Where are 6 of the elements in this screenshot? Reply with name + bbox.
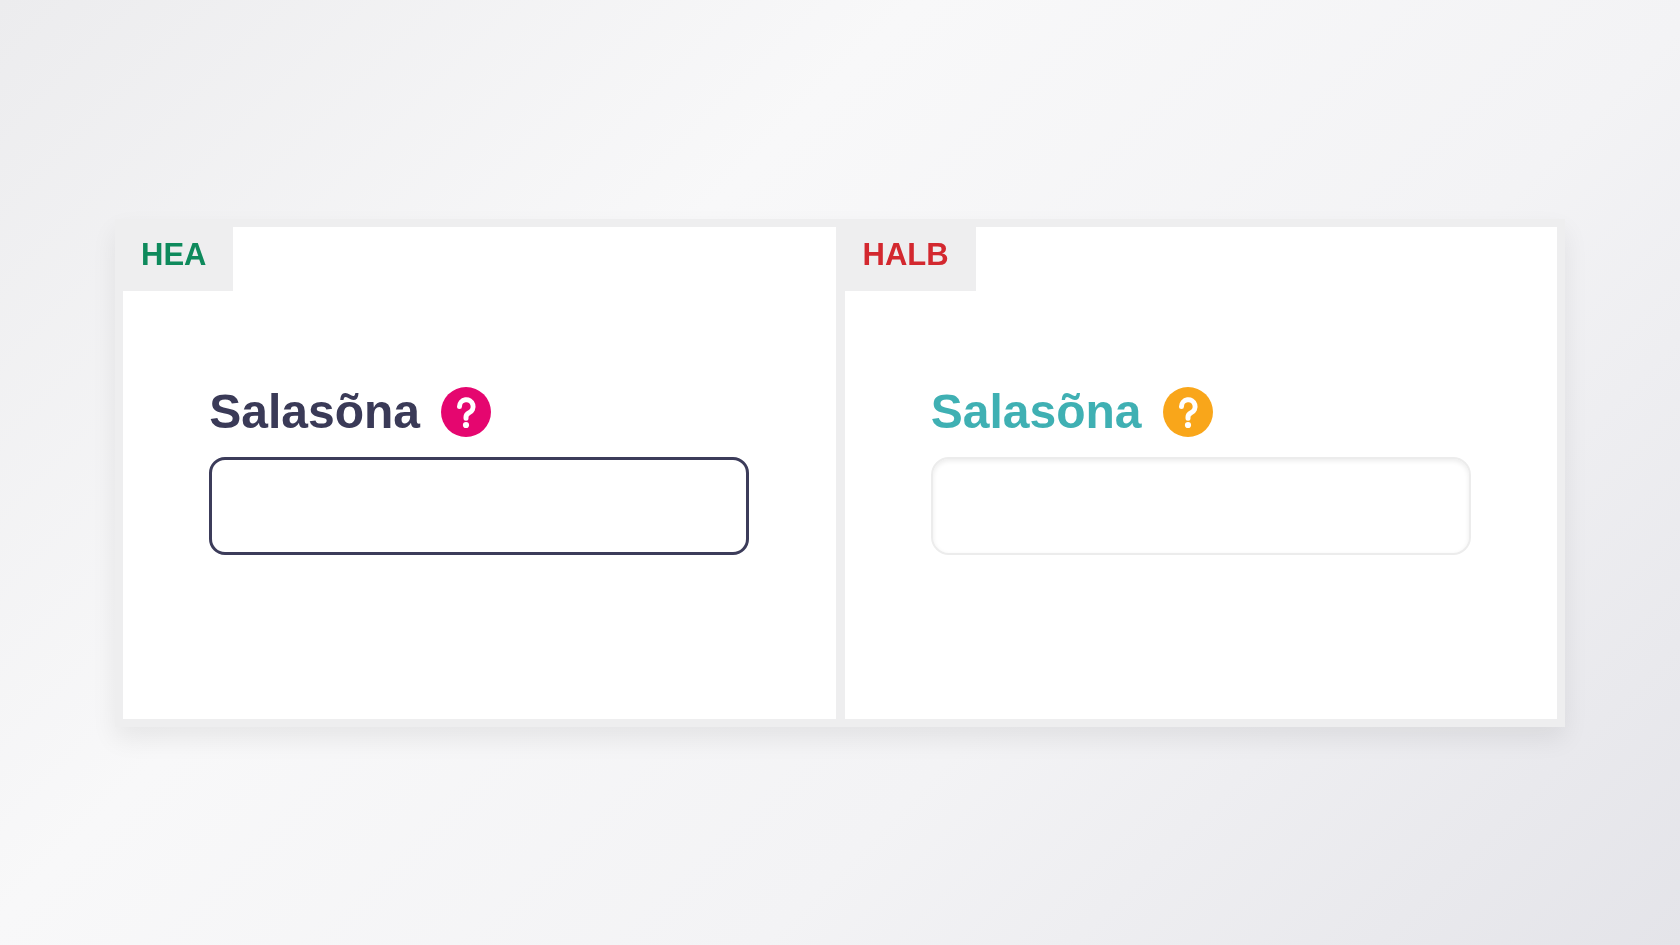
field-label: Salasõna bbox=[209, 383, 421, 440]
field-label: Salasõna bbox=[930, 383, 1142, 440]
input-field[interactable] bbox=[209, 456, 750, 555]
verdict-label: HALB bbox=[836, 218, 976, 291]
verdict-label: HEA bbox=[115, 218, 234, 291]
help-icon[interactable] bbox=[441, 386, 492, 437]
